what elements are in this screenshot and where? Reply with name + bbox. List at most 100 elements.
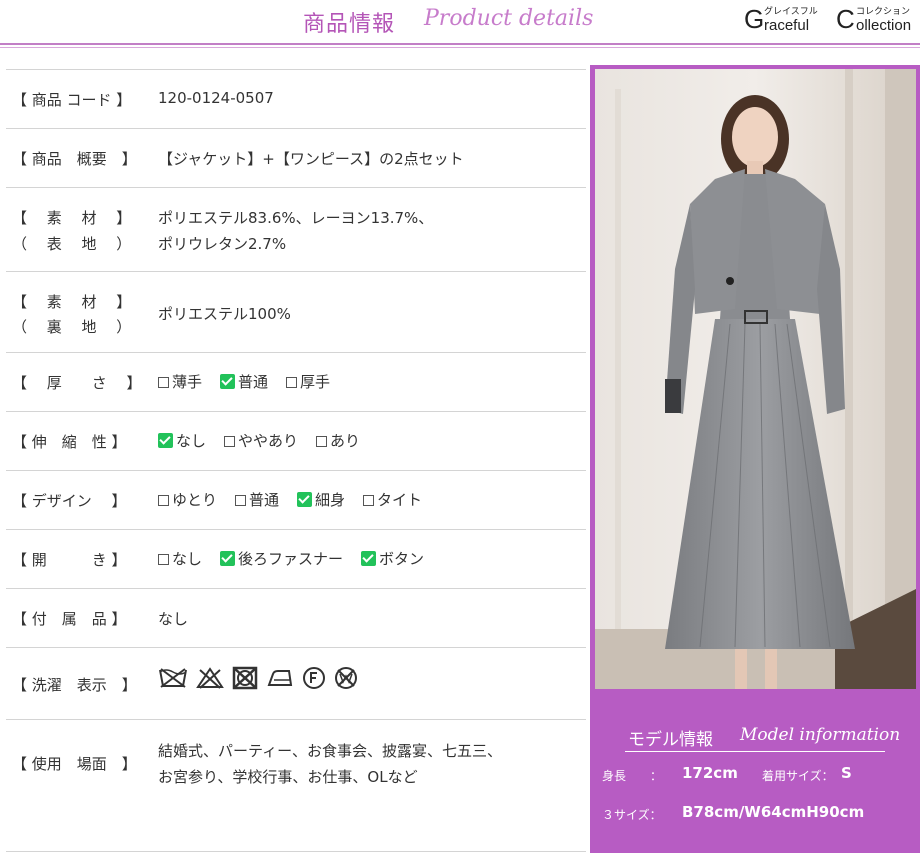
option-none: なし bbox=[158, 548, 202, 569]
option-label: 細身 bbox=[315, 491, 346, 509]
option-label: タイト bbox=[377, 491, 423, 509]
logo-initial-c: C bbox=[836, 4, 855, 34]
material-lining-value: ポリエステル100% bbox=[158, 305, 291, 323]
model-info-divider bbox=[625, 751, 885, 752]
material-outer-value-1: ポリエステル83.6%、レーヨン13.7%、 bbox=[158, 209, 434, 227]
height-value: 172cm bbox=[682, 764, 738, 782]
option-loose: ゆとり bbox=[158, 489, 217, 510]
row-label: 【 厚 さ 】 bbox=[12, 374, 142, 392]
row-summary: 【 商品 概要 】 【ジャケット】+【ワンピース】の2点セット bbox=[6, 129, 586, 188]
row-thickness: 【 厚 さ 】 薄手 普通 厚手 bbox=[6, 353, 586, 412]
model-photo bbox=[595, 69, 916, 689]
row-label: 【 付 属 品 】 bbox=[12, 610, 127, 628]
option-none: なし bbox=[158, 430, 206, 451]
dry-clean-f-icon bbox=[303, 667, 325, 689]
checkbox-empty bbox=[286, 377, 298, 388]
option-slim: 細身 bbox=[297, 489, 345, 510]
logo-word-2: ollection bbox=[856, 17, 912, 34]
row-product-code: 【 商品 コード 】 120-0124-0507 bbox=[6, 70, 586, 129]
row-label: 【 伸 縮 性 】 bbox=[12, 433, 127, 451]
size-value: S bbox=[841, 764, 852, 782]
option-slight: ややあり bbox=[224, 430, 298, 451]
option-thick: 厚手 bbox=[286, 371, 330, 392]
size-label: 着用サイズ： bbox=[762, 769, 834, 783]
option-label: ゆとり bbox=[172, 491, 218, 509]
option-label: 普通 bbox=[249, 491, 280, 509]
checkbox-empty bbox=[158, 554, 169, 565]
checkbox-empty bbox=[158, 495, 169, 506]
option-label: 薄手 bbox=[172, 373, 203, 391]
checkbox-empty bbox=[235, 495, 247, 506]
option-label: 普通 bbox=[238, 373, 269, 391]
option-label: なし bbox=[176, 432, 207, 450]
row-design: 【 デザイン 】 ゆとり 普通 細身 タイト bbox=[6, 471, 586, 530]
no-tumble-dry-icon bbox=[232, 666, 258, 690]
model-photo-illustration bbox=[595, 69, 916, 689]
stretch-options: なし ややあり あり bbox=[158, 430, 378, 451]
row-label: 【 素 材 】 bbox=[12, 209, 132, 227]
option-tight: タイト bbox=[363, 489, 422, 510]
material-outer-value-2: ポリウレタン2.7% bbox=[158, 235, 287, 253]
option-label: 厚手 bbox=[300, 373, 331, 391]
option-label: ややあり bbox=[238, 432, 299, 450]
accessories-value: なし bbox=[158, 610, 189, 628]
row-occasions: 【 使用 場面 】 結婚式、パーティー、お食事会、披露宴、七五三、 お宮参り、学… bbox=[6, 720, 586, 852]
checkbox-checked-icon bbox=[297, 492, 313, 507]
row-label: 【 使用 場面 】 bbox=[12, 755, 137, 773]
product-code-value: 120-0124-0507 bbox=[158, 89, 274, 107]
checkbox-empty bbox=[316, 436, 328, 447]
option-label: ボタン bbox=[379, 550, 425, 568]
row-material-lining: 【 素 材 】 （ 裏 地 ） ポリエステル100% bbox=[6, 272, 586, 353]
checkbox-empty bbox=[363, 495, 375, 506]
row-sublabel: （ 裏 地 ） bbox=[12, 318, 132, 336]
occasions-value-2: お宮参り、学校行事、お仕事、OLなど bbox=[158, 768, 418, 786]
row-stretch: 【 伸 縮 性 】 なし ややあり あり bbox=[6, 412, 586, 471]
row-opening: 【 開 き 】 なし 後ろファスナー ボタン bbox=[6, 530, 586, 589]
no-wet-clean-icon bbox=[335, 667, 357, 689]
page-title-en: Product details bbox=[424, 6, 594, 31]
occasions-value-1: 結婚式、パーティー、お食事会、披露宴、七五三、 bbox=[158, 742, 502, 760]
header-divider bbox=[0, 43, 920, 45]
row-label: 【 商品 コード 】 bbox=[12, 91, 132, 109]
option-back-zipper: 後ろファスナー bbox=[220, 548, 343, 569]
row-material-outer: 【 素 材 】 （ 表 地 ） ポリエステル83.6%、レーヨン13.7%、 ポ… bbox=[6, 188, 586, 272]
row-label: 【 開 き 】 bbox=[12, 551, 127, 569]
iron-low-icon bbox=[267, 670, 293, 686]
no-bleach-icon bbox=[196, 667, 224, 689]
option-normal: 普通 bbox=[220, 371, 268, 392]
header-divider-thin bbox=[0, 47, 920, 48]
checkbox-checked-icon bbox=[220, 374, 236, 389]
checkbox-checked-icon bbox=[220, 551, 236, 566]
option-thin: 薄手 bbox=[158, 371, 202, 392]
logo-kana-2: コレクション bbox=[856, 7, 911, 17]
option-button: ボタン bbox=[361, 548, 424, 569]
opening-options: なし 後ろファスナー ボタン bbox=[158, 548, 442, 569]
option-label: 後ろファスナー bbox=[238, 550, 344, 568]
option-label: なし bbox=[172, 550, 203, 568]
measurements-value: B78cm/W64cmH90cm bbox=[682, 803, 865, 821]
option-label: あり bbox=[330, 432, 361, 450]
row-label: 【 素 材 】 bbox=[12, 293, 132, 311]
summary-value: 【ジャケット】+【ワンピース】の2点セット bbox=[158, 150, 464, 168]
page-title: 商品情報 bbox=[303, 12, 396, 37]
model-info-title-en: Model information bbox=[740, 725, 901, 745]
checkbox-checked-icon bbox=[361, 551, 377, 566]
row-label: 【 洗濯 表示 】 bbox=[12, 676, 137, 694]
model-info-title: モデル情報 bbox=[628, 730, 713, 750]
thickness-options: 薄手 普通 厚手 bbox=[158, 371, 348, 392]
page-header: 商品情報 Product details G グレイスフル raceful C … bbox=[0, 0, 920, 48]
checkbox-checked-icon bbox=[158, 433, 173, 448]
option-yes: あり bbox=[316, 430, 360, 451]
model-panel: モデル情報 Model information 身長 ： 172cm 着用サイズ… bbox=[590, 65, 920, 853]
row-sublabel: （ 表 地 ） bbox=[12, 235, 132, 253]
brand-logo: G グレイスフル raceful C コレクション ollection bbox=[744, 2, 920, 42]
option-regular: 普通 bbox=[235, 489, 279, 510]
logo-initial-g: G bbox=[744, 4, 765, 34]
design-options: ゆとり 普通 細身 タイト bbox=[158, 489, 440, 510]
row-label: 【 商品 概要 】 bbox=[12, 150, 137, 168]
checkbox-empty bbox=[158, 377, 169, 388]
height-label: 身長 ： bbox=[602, 769, 663, 783]
logo-kana-1: グレイスフル bbox=[764, 7, 818, 17]
logo-word-1: raceful bbox=[764, 17, 810, 34]
no-wash-icon bbox=[159, 668, 187, 688]
